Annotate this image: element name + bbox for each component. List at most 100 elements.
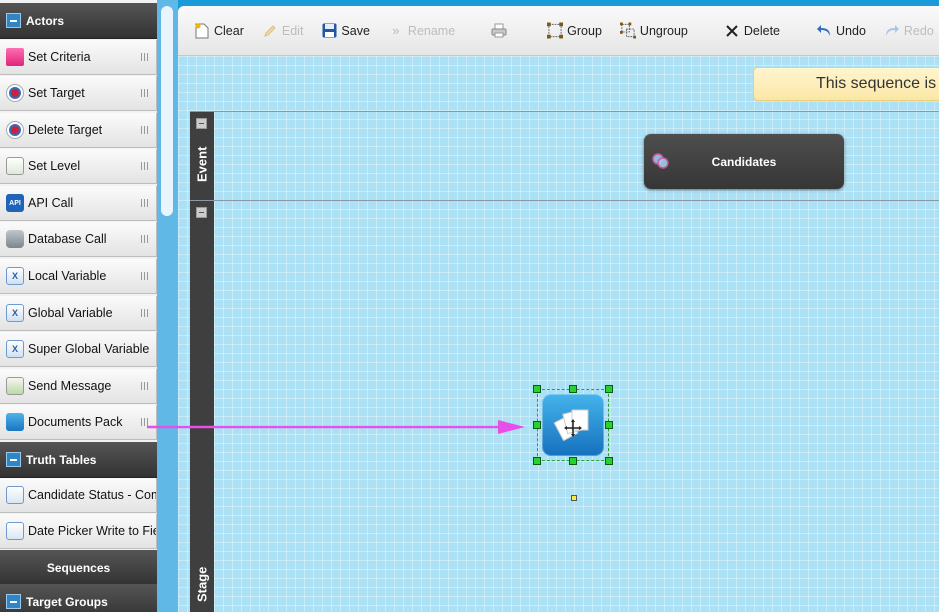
actor-label: Delete Target xyxy=(28,123,103,137)
sidebar-scrollbar-thumb[interactable] xyxy=(161,6,173,216)
collapse-icon[interactable] xyxy=(6,452,21,467)
print-button[interactable] xyxy=(491,23,511,39)
table-icon xyxy=(6,486,24,504)
event-lane-label: Event xyxy=(194,146,210,182)
save-button[interactable]: Save xyxy=(321,23,370,39)
lane-divider xyxy=(190,111,939,112)
api-icon: API xyxy=(6,194,24,212)
drag-handle-icon[interactable] xyxy=(141,126,150,134)
truth-table-date-picker[interactable]: Date Picker Write to Field xyxy=(0,514,157,549)
group-button[interactable]: Group xyxy=(547,22,602,39)
target-groups-section-header[interactable]: Target Groups xyxy=(0,584,157,612)
drag-handle-icon[interactable] xyxy=(141,162,150,170)
actor-label: Database Call xyxy=(28,232,107,246)
new-document-icon xyxy=(194,23,210,39)
drag-handle-icon[interactable] xyxy=(141,309,150,317)
edit-button[interactable]: Edit xyxy=(262,23,304,39)
actor-send-message[interactable]: Send Message xyxy=(0,369,157,404)
ungroup-icon xyxy=(619,22,636,39)
actor-api-call[interactable]: API API Call xyxy=(0,186,157,221)
actor-documents-pack[interactable]: Documents Pack xyxy=(0,405,157,440)
truth-table-label: Candidate Status - Complete xyxy=(28,488,156,502)
collapse-lane-icon[interactable] xyxy=(196,118,207,129)
variable-icon: X xyxy=(6,304,24,322)
clear-button[interactable]: Clear xyxy=(194,23,244,39)
sequence-status-banner: This sequence is xyxy=(753,67,939,101)
variable-icon: X xyxy=(6,340,24,358)
resize-handle[interactable] xyxy=(533,457,541,465)
resize-handle[interactable] xyxy=(605,421,613,429)
resize-handle[interactable] xyxy=(569,457,577,465)
actor-delete-target[interactable]: Delete Target xyxy=(0,113,157,148)
documents-icon xyxy=(542,394,604,456)
connection-anchor[interactable] xyxy=(571,495,577,501)
documents-icon xyxy=(6,413,24,431)
actors-section-header[interactable]: Actors xyxy=(0,3,157,39)
floppy-disk-icon xyxy=(321,23,337,39)
collapse-lane-icon[interactable] xyxy=(196,207,207,218)
pencil-icon xyxy=(262,23,278,39)
actor-label: Local Variable xyxy=(28,269,107,283)
table-icon xyxy=(6,522,24,540)
drag-handle-icon[interactable] xyxy=(141,382,150,390)
resize-handle[interactable] xyxy=(605,385,613,393)
drag-handle-icon[interactable] xyxy=(141,199,150,207)
actor-label: Send Message xyxy=(28,379,112,393)
drag-handle-icon[interactable] xyxy=(141,235,150,243)
target-icon xyxy=(6,121,24,139)
edit-label: Edit xyxy=(281,23,304,38)
drag-handle-icon[interactable] xyxy=(141,418,150,426)
truth-tables-section-header[interactable]: Truth Tables xyxy=(0,442,157,478)
toolbar: Clear Edit Save » Rename Group Ungroup D… xyxy=(178,6,939,56)
documents-pack-node[interactable] xyxy=(533,385,613,465)
actor-super-global-variable[interactable]: X Super Global Variable xyxy=(0,332,157,367)
group-icon xyxy=(547,22,564,39)
actor-local-variable[interactable]: X Local Variable xyxy=(0,259,157,294)
actor-global-variable[interactable]: X Global Variable xyxy=(0,296,157,331)
drag-handle-icon[interactable] xyxy=(141,53,150,61)
resize-handle[interactable] xyxy=(569,385,577,393)
resize-handle[interactable] xyxy=(605,457,613,465)
collapse-icon[interactable] xyxy=(6,13,21,28)
actors-header-label: Actors xyxy=(26,13,65,28)
actor-label: Set Target xyxy=(28,86,85,100)
truth-table-candidate-status[interactable]: Candidate Status - Complete xyxy=(0,478,157,513)
delete-button[interactable]: Delete xyxy=(724,23,780,39)
actor-set-criteria[interactable]: Set Criteria xyxy=(0,40,157,75)
sequences-header-label: Sequences xyxy=(46,560,111,575)
folder-icon xyxy=(6,48,24,66)
redo-button[interactable]: Redo xyxy=(884,23,934,39)
truth-table-label: Date Picker Write to Field xyxy=(28,524,157,538)
actor-set-target[interactable]: Set Target xyxy=(0,76,157,111)
actor-database-call[interactable]: Database Call xyxy=(0,222,157,257)
printer-icon xyxy=(491,23,507,39)
rename-label: Rename xyxy=(407,23,456,38)
rename-button[interactable]: » Rename xyxy=(388,23,455,39)
target-groups-header-label: Target Groups xyxy=(26,594,108,609)
double-chevron-icon: » xyxy=(392,23,400,38)
actor-label: Set Criteria xyxy=(28,50,91,64)
actor-label: Documents Pack xyxy=(28,415,123,429)
actor-label: API Call xyxy=(28,196,74,210)
ungroup-button[interactable]: Ungroup xyxy=(619,22,688,39)
undo-button[interactable]: Undo xyxy=(816,23,866,39)
resize-handle[interactable] xyxy=(533,385,541,393)
group-label: Group xyxy=(567,23,602,38)
stage-lane-label: Stage xyxy=(194,566,210,602)
sequences-section-header[interactable]: Sequences xyxy=(0,550,157,586)
resize-handle[interactable] xyxy=(533,421,541,429)
drag-handle-icon[interactable] xyxy=(141,272,150,280)
save-label: Save xyxy=(341,23,370,38)
collapse-icon[interactable] xyxy=(6,594,21,609)
actor-set-level[interactable]: Set Level xyxy=(0,149,157,184)
ungroup-label: Ungroup xyxy=(639,23,688,38)
event-node-candidates[interactable]: Candidates xyxy=(644,134,844,189)
stage-lane-header: Stage xyxy=(190,201,214,612)
delete-label: Delete xyxy=(743,23,781,38)
actor-label: Super Global Variable xyxy=(28,342,150,356)
close-x-icon xyxy=(724,23,740,39)
database-icon xyxy=(6,230,24,248)
drag-handle-icon[interactable] xyxy=(141,89,150,97)
sequence-canvas[interactable]: This sequence is Event Candidates Stage xyxy=(178,56,939,612)
truth-tables-header-label: Truth Tables xyxy=(26,452,97,467)
